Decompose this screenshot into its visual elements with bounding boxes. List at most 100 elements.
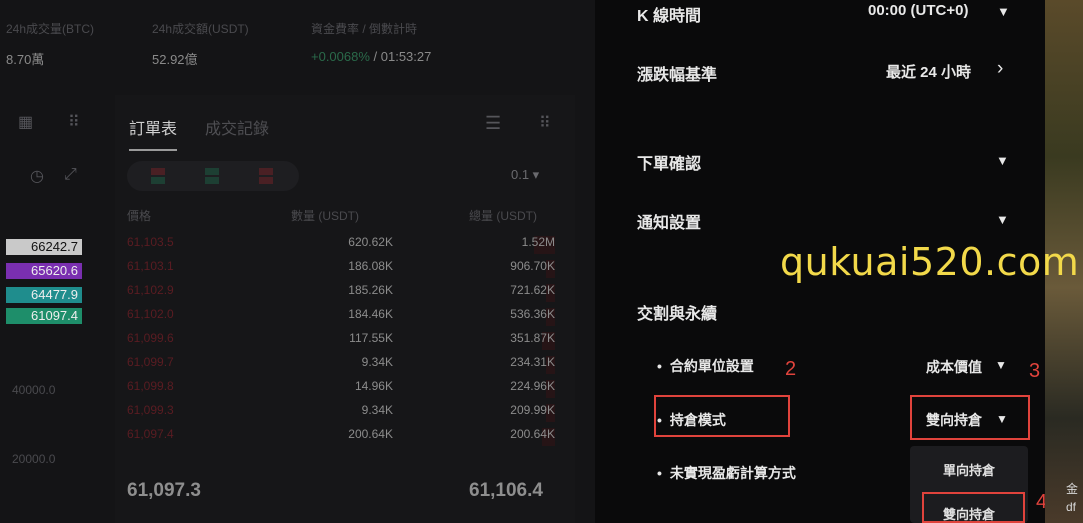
stat-volume-usdt: 24h成交額(USDT) 52.92億 xyxy=(152,20,249,68)
price-tag-4: 61097.4 xyxy=(6,308,82,324)
orderbook-row[interactable]: 61,099.8 14.96K 224.96K xyxy=(127,379,555,399)
annotation-box-3 xyxy=(910,395,1030,440)
header-amount: 數量 (USDT) xyxy=(291,209,359,223)
orderbook-amount: 200.64K xyxy=(348,427,393,441)
header-total: 總量 (USDT) xyxy=(469,209,537,223)
view-bids-button[interactable] xyxy=(205,168,219,184)
orderbook-amount: 117.55K xyxy=(349,331,393,345)
trading-area: 24h成交量(BTC) 8.70萬 24h成交額(USDT) 52.92億 資金… xyxy=(0,0,595,523)
price-tag-value: 61097.4 xyxy=(31,308,78,323)
stat-value: 52.92億 xyxy=(152,52,198,67)
annotation-box-2 xyxy=(654,395,790,437)
countdown-value: / 01:53:27 xyxy=(369,49,432,64)
orderbook-total: 1.52M xyxy=(521,235,555,249)
stat-label: 24h成交量(BTC) xyxy=(6,22,95,36)
stat-label: 24h成交額(USDT) xyxy=(152,22,249,36)
annotation-number: 2 xyxy=(785,358,797,380)
edge-text: 金 xyxy=(1066,482,1079,496)
orderbook-price: 61,103.1 xyxy=(127,259,174,273)
drag-handle-icon[interactable]: ⠿ xyxy=(539,113,551,133)
tab-trade-history[interactable]: 成交記錄 xyxy=(205,115,269,139)
clock-icon[interactable]: ◷ xyxy=(30,166,44,186)
orderbook-view-switch xyxy=(127,161,299,191)
kline-time-label: K 線時間 xyxy=(637,8,702,25)
caret-down-icon[interactable]: ▼ xyxy=(996,153,1009,168)
orderbook-amount: 9.34K xyxy=(361,403,393,417)
change-basis-value[interactable]: 最近 24 小時 xyxy=(886,61,971,82)
edge-text: df xyxy=(1066,500,1077,514)
orderbook-amount: 185.26K xyxy=(348,283,393,297)
orderbook-total: 234.31K xyxy=(510,355,555,369)
order-confirm-label: 下單確認 xyxy=(637,156,702,173)
funding-rate-value: +0.0068% xyxy=(311,49,370,64)
axis-label: 20000.0 xyxy=(12,452,56,466)
price-tag-2: 65620.6 xyxy=(6,263,82,279)
view-both-button[interactable] xyxy=(151,168,165,184)
contract-unit-label: 合約單位設置 xyxy=(657,356,754,376)
orderbook-price: 61,102.9 xyxy=(127,283,174,297)
orderbook-row[interactable]: 61,099.3 9.34K 209.99K xyxy=(127,403,555,423)
section-futures-label: 交割與永續 xyxy=(637,306,718,323)
orderbook-amount: 184.46K xyxy=(348,307,393,321)
settings-sliders-icon[interactable]: ☰ xyxy=(485,113,501,134)
orderbook-amount: 620.62K xyxy=(348,235,393,249)
last-price: 61,097.3 xyxy=(127,480,201,501)
price-tag-3: 64477.9 xyxy=(6,287,82,303)
annotation-number: 3 xyxy=(1029,360,1041,382)
orderbook-row[interactable]: 61,097.4 200.64K 200.64K xyxy=(127,427,555,447)
caret-down-icon[interactable]: ▼ xyxy=(996,212,1009,227)
precision-select[interactable]: 0.1 ▾ xyxy=(511,167,539,183)
price-tag-1: 66242.7 xyxy=(6,239,82,255)
orderbook-row[interactable]: 61,099.6 117.55K 351.87K xyxy=(127,331,555,351)
orderbook-total: 536.36K xyxy=(510,307,555,321)
notification-label: 通知設置 xyxy=(637,215,702,232)
stat-value: 8.70萬 xyxy=(6,52,45,67)
orderbook-row[interactable]: 61,103.1 186.08K 906.70K xyxy=(127,259,555,279)
caret-down-icon[interactable]: ▼ xyxy=(995,358,1007,372)
price-tag-value: 64477.9 xyxy=(31,287,78,302)
stat-label: 資金費率 / 倒數計時 xyxy=(311,22,418,36)
annotation-box-4 xyxy=(922,492,1025,523)
drag-handle-icon[interactable]: ⠿ xyxy=(68,112,80,132)
tab-orderbook[interactable]: 訂單表 xyxy=(129,115,178,151)
orderbook-price: 61,103.5 xyxy=(127,235,174,249)
chevron-right-icon[interactable]: › xyxy=(997,58,1003,80)
orderbook-price: 61,099.3 xyxy=(127,403,174,417)
kline-time-select[interactable]: 00:00 (UTC+0) xyxy=(868,2,968,19)
change-basis-label: 漲跌幅基準 xyxy=(637,67,718,84)
axis-label: 40000.0 xyxy=(12,383,56,397)
option-one-way-mode[interactable]: 單向持倉 xyxy=(910,460,1028,479)
orderbook-total: 351.87K xyxy=(510,331,555,345)
orderbook-amount: 14.96K xyxy=(354,379,393,393)
orderbook-row[interactable]: 61,103.5 620.62K 1.52M xyxy=(127,235,555,255)
pnl-method-label: 未實現盈虧計算方式 xyxy=(657,463,796,483)
expand-icon[interactable]: ⤢ xyxy=(64,166,77,184)
orderbook-row[interactable]: 61,102.0 184.46K 536.36K xyxy=(127,307,555,327)
orderbook-panel: 訂單表 成交記錄 ☰ ⠿ 0.1 ▾ 價格 數量 (USDT) 總量 (USDT… xyxy=(115,95,575,523)
grid-icon[interactable]: ▦ xyxy=(18,112,33,132)
orderbook-row[interactable]: 61,099.7 9.34K 234.31K xyxy=(127,355,555,375)
orderbook-amount: 9.34K xyxy=(361,355,393,369)
orderbook-row[interactable]: 61,102.9 185.26K 721.62K xyxy=(127,283,555,303)
stat-funding-rate: 資金費率 / 倒數計時 +0.0068% / 01:53:27 xyxy=(311,20,431,64)
orderbook-price: 61,099.8 xyxy=(127,379,174,393)
header-price: 價格 xyxy=(127,209,152,223)
watermark: qukuai520.com xyxy=(780,240,1080,284)
orderbook-price: 61,099.7 xyxy=(127,355,174,369)
view-asks-button[interactable] xyxy=(259,168,273,184)
price-tag-value: 66242.7 xyxy=(31,239,78,254)
price-tag-value: 65620.6 xyxy=(31,263,78,278)
caret-down-icon[interactable]: ▼ xyxy=(997,4,1010,19)
orderbook-price: 61,099.6 xyxy=(127,331,174,345)
stat-volume-btc: 24h成交量(BTC) 8.70萬 xyxy=(6,20,94,68)
orderbook-price: 61,102.0 xyxy=(127,307,174,321)
orderbook-total: 224.96K xyxy=(510,379,555,393)
last-total: 61,106.4 xyxy=(469,480,543,501)
orderbook-total: 200.64K xyxy=(510,427,555,441)
orderbook-price: 61,097.4 xyxy=(127,427,174,441)
orderbook-amount: 186.08K xyxy=(348,259,393,273)
orderbook-total: 721.62K xyxy=(510,283,555,297)
orderbook-total: 209.99K xyxy=(510,403,555,417)
contract-unit-select[interactable]: 成本價值 xyxy=(926,357,982,377)
orderbook-total: 906.70K xyxy=(510,259,555,273)
